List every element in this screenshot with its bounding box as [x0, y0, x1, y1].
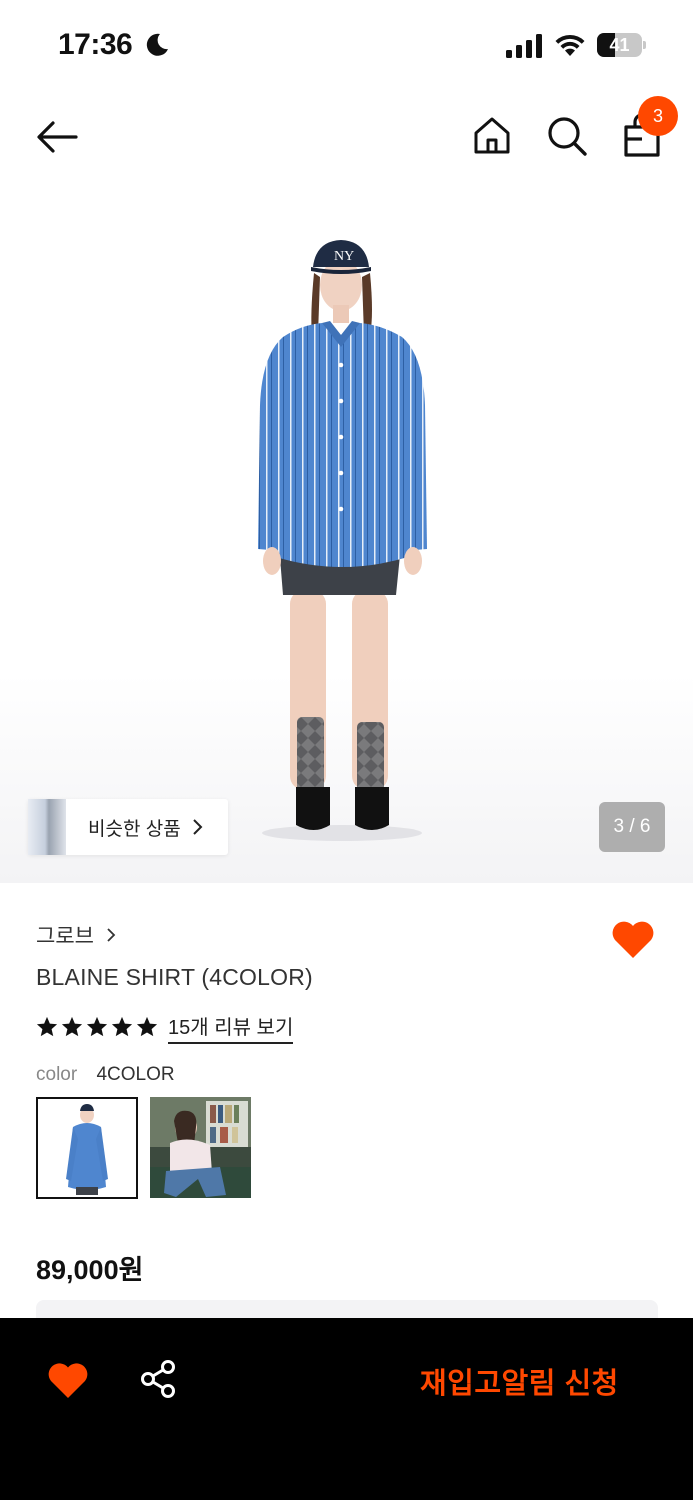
status-time: 17:36: [58, 28, 133, 61]
bottom-action-bar: 재입고알림 신청: [0, 1318, 693, 1500]
chevron-right-icon: [107, 928, 116, 942]
status-bar: 17:36 41: [0, 0, 693, 90]
search-icon[interactable]: [546, 115, 588, 157]
color-option-row: color 4COLOR: [36, 1064, 175, 1086]
color-value: 4COLOR: [96, 1064, 175, 1085]
home-icon[interactable]: [472, 115, 512, 155]
color-label: color: [36, 1064, 78, 1085]
share-icon[interactable]: [138, 1358, 180, 1400]
product-price: 89,000원: [36, 1255, 144, 1285]
star-icon: [86, 1016, 108, 1037]
wifi-icon: [555, 34, 585, 56]
top-navigation: [0, 95, 693, 180]
rating-row: 15개 리뷰 보기: [36, 1011, 294, 1044]
similar-products-label: 비슷한 상품: [88, 818, 181, 840]
reviews-link[interactable]: 15개 리뷰 보기: [168, 1011, 294, 1044]
heart-icon[interactable]: [46, 1360, 90, 1400]
star-rating: [36, 1016, 158, 1038]
battery-level: 41: [609, 35, 630, 55]
svg-text:NY: NY: [334, 249, 354, 264]
star-icon: [36, 1016, 58, 1037]
battery-indicator: 41: [597, 33, 647, 57]
brand-link[interactable]: 그로브: [36, 920, 116, 950]
product-name: BLAINE SHIRT (4COLOR): [36, 964, 313, 990]
chevron-right-icon: [192, 819, 203, 835]
star-icon: [61, 1016, 83, 1037]
moon-icon: [146, 33, 168, 56]
swatch-image: [38, 1099, 136, 1197]
swatch-image: [150, 1097, 251, 1198]
color-swatch-selected[interactable]: [36, 1097, 138, 1199]
back-arrow-icon[interactable]: [34, 117, 80, 157]
product-photo: NY: [258, 240, 427, 841]
similar-products-button[interactable]: 비슷한 상품: [28, 799, 228, 855]
restock-alert-button[interactable]: 재입고알림 신청: [420, 1360, 619, 1402]
color-swatch[interactable]: [150, 1097, 251, 1198]
image-page-indicator: 3 / 6: [599, 802, 665, 852]
wishlist-heart-icon[interactable]: [610, 918, 656, 960]
star-icon: [136, 1016, 158, 1037]
cart-count-badge: 3: [638, 96, 678, 136]
cellular-signal-icon: [506, 34, 542, 58]
product-image-gallery[interactable]: NY 비슷한 상품 3 / 6: [0, 185, 693, 883]
star-icon: [111, 1016, 133, 1037]
brand-name: 그로브: [36, 925, 94, 948]
similar-product-thumbnail: [28, 799, 66, 855]
